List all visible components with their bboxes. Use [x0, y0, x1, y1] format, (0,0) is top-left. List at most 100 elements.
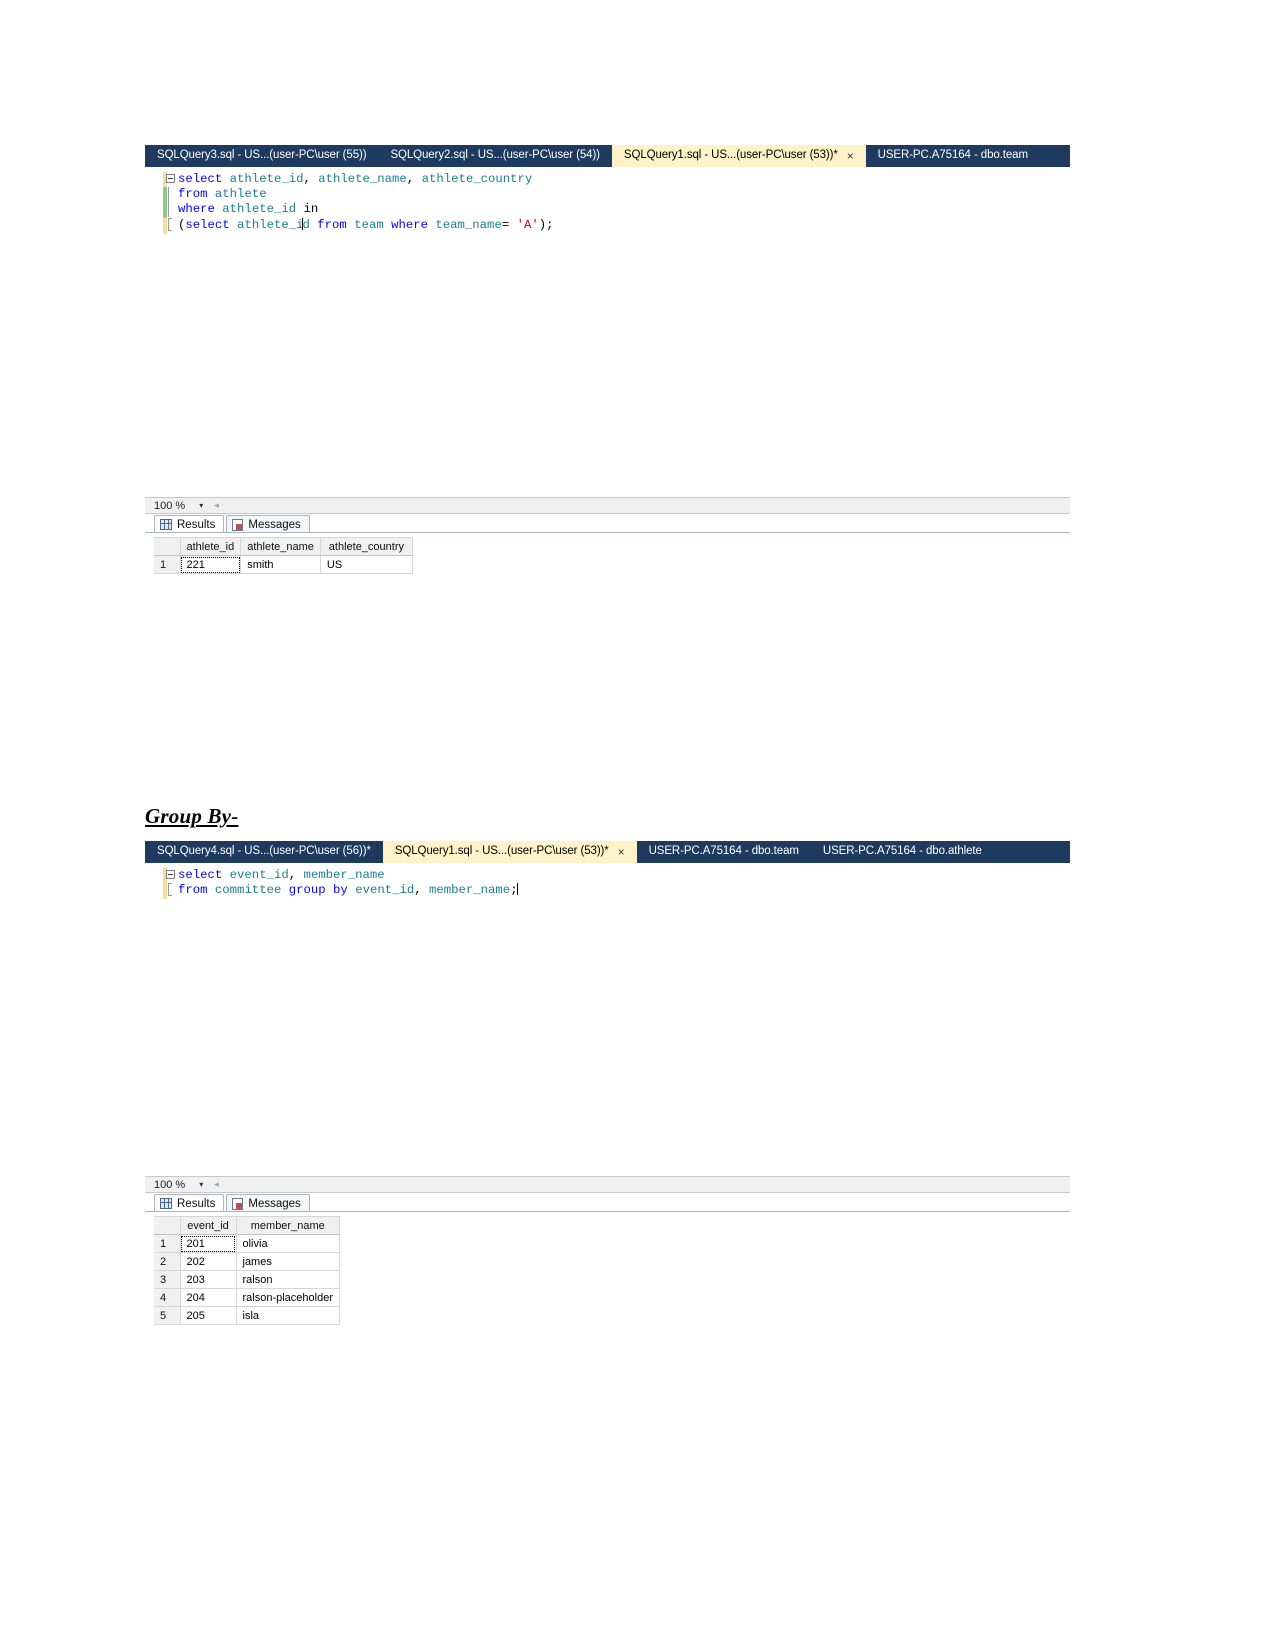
grid-cell[interactable]: 201 [180, 1234, 237, 1253]
code-token: select [178, 868, 223, 882]
results-tabstrip-2: Results Messages [154, 1193, 310, 1212]
document-page: SQLQuery3.sql - US...(user-PC\user (55))… [0, 0, 1275, 1650]
code-token: from [178, 883, 208, 898]
sql-editor-2[interactable]: select event_id, member_name from committ… [145, 863, 1070, 1176]
code-token: event_id [355, 883, 415, 898]
code-token: event_id [229, 868, 289, 882]
editor-tab[interactable]: USER-PC.A75164 - dbo.athlete [811, 841, 994, 863]
grid-column-header[interactable]: athlete_id [180, 537, 242, 556]
grid-cell[interactable]: 221 [180, 555, 242, 574]
grid-cell[interactable]: US [320, 555, 413, 574]
grid-column-header[interactable]: athlete_country [320, 537, 413, 556]
zoom-percent-label[interactable]: 100 % [154, 500, 185, 512]
region-bracket-icon [168, 202, 172, 218]
zoom-percent-label-2[interactable]: 100 % [154, 1179, 185, 1191]
collapse-region-icon[interactable] [166, 174, 175, 183]
editor-tab-label: SQLQuery1.sql - US...(user-PC\user (53))… [623, 149, 838, 162]
message-icon [232, 1197, 244, 1210]
code-token: , [414, 883, 429, 898]
change-stripe-green [163, 187, 167, 218]
editor-zoombar-2: 100 % ▾ ◂ [145, 1176, 1070, 1193]
editor-tab-label: USER-PC.A75164 - dbo.athlete [822, 845, 982, 858]
results-tab-results[interactable]: Results [154, 515, 225, 533]
editor-tab[interactable]: USER-PC.A75164 - dbo.team [866, 145, 1040, 167]
code-token: team_name [435, 217, 502, 232]
results-tab-results[interactable]: Results [154, 1194, 225, 1212]
region-bracket-icon [168, 217, 172, 231]
code-token: from [178, 187, 208, 202]
code-token: from [317, 217, 347, 232]
grid-row-number[interactable]: 1 [154, 555, 181, 574]
table-row[interactable]: 4 204 ralson-placeholder [154, 1288, 340, 1307]
results-tab-label: Messages [248, 518, 301, 531]
grid-cell[interactable]: isla [236, 1306, 340, 1325]
chevron-down-icon-2[interactable]: ▾ [199, 1180, 203, 1189]
grid-cell[interactable]: smith [240, 555, 321, 574]
grid-cell[interactable]: 203 [180, 1270, 237, 1289]
sql-code-2[interactable]: select event_id, member_name from committ… [166, 868, 518, 898]
grid-corner-cell[interactable] [154, 537, 181, 556]
results-grid-2[interactable]: event_id member_name 1 201 olivia 2 202 james 3 2… [154, 1216, 340, 1325]
table-row[interactable]: 1 221 smith US [154, 555, 413, 574]
editor-tab[interactable]: SQLQuery1.sql - US...(user-PC\user (53))… [611, 145, 866, 167]
collapse-region-icon[interactable] [166, 870, 175, 879]
grid-corner-cell[interactable] [154, 1216, 181, 1235]
grid-row-number[interactable]: 4 [154, 1288, 181, 1307]
grid-cell[interactable]: 202 [180, 1252, 237, 1271]
grid-row-number[interactable]: 2 [154, 1252, 181, 1271]
editor-tab[interactable]: SQLQuery2.sql - US...(user-PC\user (54)) [378, 145, 611, 167]
grid-row-number[interactable]: 1 [154, 1234, 181, 1253]
grid-cell[interactable]: ralson-placeholder [236, 1288, 340, 1307]
editor-tab-label: USER-PC.A75164 - dbo.team [648, 845, 799, 858]
ssms-window-groupby: SQLQuery4.sql - US...(user-PC\user (56))… [145, 841, 1070, 1428]
table-row[interactable]: 5 205 isla [154, 1306, 340, 1325]
sql-code-1[interactable]: select athlete_id, athlete_name, athlete… [166, 172, 554, 233]
results-tab-label: Results [177, 518, 216, 531]
grid-header-row: athlete_id athlete_name athlete_country [154, 537, 413, 556]
table-row[interactable]: 2 202 james [154, 1252, 340, 1271]
code-token: = [501, 217, 517, 232]
grid-cell[interactable]: ralson [236, 1270, 340, 1289]
grid-row-number[interactable]: 3 [154, 1270, 181, 1289]
table-row[interactable]: 1 201 olivia [154, 1234, 340, 1253]
splitter-icon-2[interactable]: ◂ [214, 1179, 219, 1190]
code-token: athlete_id [229, 172, 304, 186]
code-token: group [288, 883, 326, 898]
editor-tab[interactable]: USER-PC.A75164 - dbo.team [637, 841, 811, 863]
table-row[interactable]: 3 203 ralson [154, 1270, 340, 1289]
grid-column-header[interactable]: event_id [180, 1216, 237, 1235]
results-tab-messages[interactable]: Messages [226, 515, 310, 533]
grid-header-row: event_id member_name [154, 1216, 340, 1235]
grid-row-number[interactable]: 5 [154, 1306, 181, 1325]
chevron-down-icon[interactable]: ▾ [199, 501, 203, 510]
code-token: where [178, 202, 215, 217]
sql-editor-1[interactable]: select athlete_id, athlete_name, athlete… [145, 167, 1070, 497]
grid-cell[interactable]: 204 [180, 1288, 237, 1307]
splitter-icon[interactable]: ◂ [214, 500, 219, 511]
editor-tab-label: SQLQuery2.sql - US...(user-PC\user (54)) [390, 149, 600, 162]
results-grid-1[interactable]: athlete_id athlete_name athlete_country 1 22… [154, 537, 413, 574]
code-line: (select athlete_id from team where team_… [168, 217, 554, 233]
close-icon[interactable]: × [618, 846, 625, 858]
code-token: athlete_i [237, 217, 304, 232]
grid-column-header[interactable]: member_name [236, 1216, 340, 1235]
code-token: ); [538, 217, 554, 232]
grid-cell[interactable]: james [236, 1252, 340, 1271]
code-token: member_name [303, 868, 385, 882]
editor-tab[interactable]: SQLQuery1.sql - US...(user-PC\user (53))… [382, 841, 637, 863]
results-tab-messages[interactable]: Messages [226, 1194, 310, 1212]
grid-column-header[interactable]: athlete_name [240, 537, 321, 556]
results-tab-label: Messages [248, 1197, 301, 1210]
close-icon[interactable]: × [847, 150, 854, 162]
results-pane-1: Results Messages athlete_id athlete_name at… [145, 514, 1070, 701]
editor-tab[interactable]: SQLQuery4.sql - US...(user-PC\user (56))… [145, 841, 383, 863]
grid-cell[interactable]: 205 [180, 1306, 237, 1325]
code-line: from committee group by event_id, member… [168, 883, 518, 898]
code-token: 'A' [516, 217, 539, 232]
editor-tab[interactable]: SQLQuery3.sql - US...(user-PC\user (55)) [145, 145, 378, 167]
code-token: athlete_id [222, 202, 297, 217]
grid-cell[interactable]: olivia [236, 1234, 340, 1253]
